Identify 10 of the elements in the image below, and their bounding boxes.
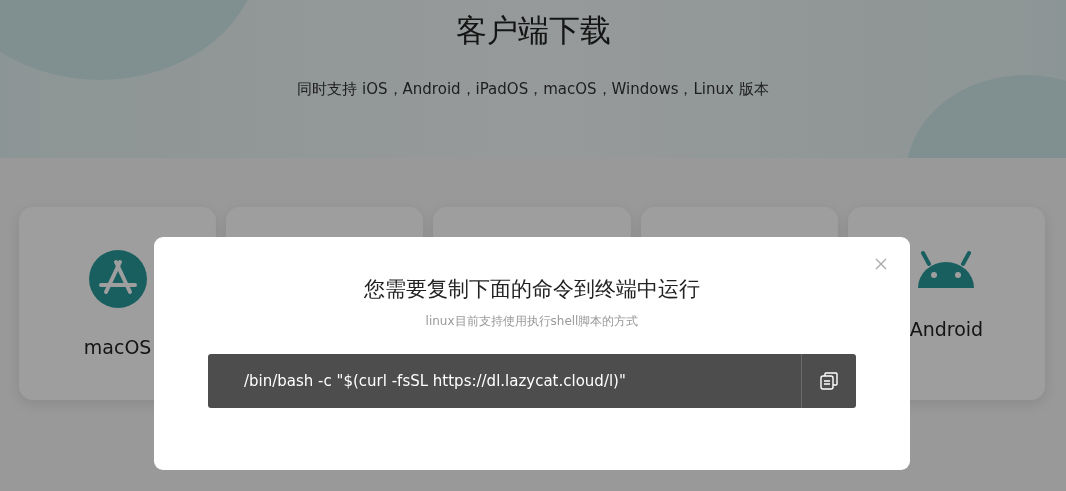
platform-label: Android xyxy=(909,318,984,340)
dialog-title: 您需要复制下面的命令到终端中运行 xyxy=(364,276,700,303)
page-subtitle: 同时支持 iOS，Android，iPadOS，macOS，Windows，Linux 版本 xyxy=(297,80,769,99)
app-store-icon xyxy=(88,250,147,308)
copy-icon xyxy=(819,371,839,391)
platform-label: macOS xyxy=(83,336,152,358)
dialog-subtitle: linux目前支持使用执行shell脚本的方式 xyxy=(425,313,639,330)
command-text: /bin/bash -c "$(curl -fsSL https://dl.lazycat.cloud/l)" xyxy=(243,372,627,390)
android-icon xyxy=(916,250,977,290)
page-title: 客户端下载 xyxy=(455,11,611,50)
